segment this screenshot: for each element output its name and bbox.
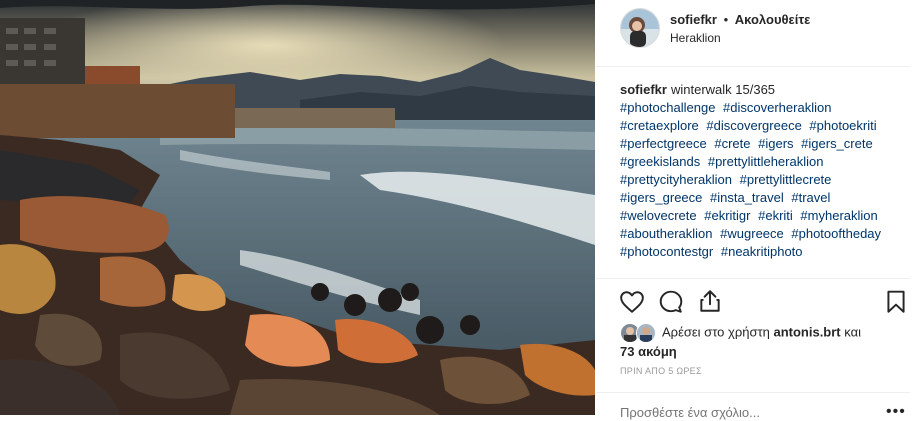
hashtag-link[interactable]: #neakritiphoto [721, 244, 803, 259]
hashtag-link[interactable]: #photocontestgr [620, 244, 713, 259]
post-photo[interactable] [0, 0, 595, 415]
hashtag-link[interactable]: #aboutheraklion [620, 226, 713, 241]
caption: sofiefkr winterwalk 15/365 #photochalleng… [620, 81, 905, 261]
caption-text: winterwalk 15/365 [670, 82, 776, 97]
username-link[interactable]: sofiefkr [670, 12, 717, 27]
hashtag-link[interactable]: #discovergreece [706, 118, 801, 133]
bookmark-icon[interactable] [883, 289, 909, 315]
seascape-image [0, 0, 595, 415]
post-side-panel: sofiefkr • Ακολουθείτε Heraklion sofiefk… [596, 0, 916, 420]
hashtag-link[interactable]: #myheraklion [800, 208, 877, 223]
liker-username[interactable]: antonis.brt [773, 324, 840, 339]
hashtag-link[interactable]: #perfectgreece [620, 136, 707, 151]
comment-bubble-icon[interactable] [658, 289, 684, 315]
liker-avatar [636, 323, 656, 343]
hashtag-link[interactable]: #crete [714, 136, 750, 151]
hashtag-list: #photochallenge #discoverheraklion #cret… [620, 100, 885, 259]
hashtag-link[interactable]: #discoverheraklion [723, 100, 831, 115]
header-line: sofiefkr • Ακολουθείτε [670, 12, 810, 27]
hashtag-link[interactable]: #wugreece [720, 226, 784, 241]
likes-summary: Αρέσει στο χρήστη antonis.brt και 73 ακό… [620, 323, 905, 361]
instagram-post: sofiefkr • Ακολουθείτε Heraklion sofiefk… [0, 0, 916, 420]
likes-conjunction: και [844, 324, 862, 340]
hashtag-link[interactable]: #ekritigr [704, 208, 750, 223]
comment-input[interactable] [620, 405, 840, 420]
likes-prefix: Αρέσει στο χρήστη [662, 324, 770, 340]
profile-photo [621, 9, 659, 47]
hashtag-link[interactable]: #prettylittleheraklion [708, 154, 824, 169]
action-bar [596, 278, 910, 313]
hashtag-link[interactable]: #igers_greece [620, 190, 702, 205]
more-options-icon[interactable]: ••• [886, 403, 906, 421]
caption-username[interactable]: sofiefkr [620, 82, 667, 97]
hashtag-link[interactable]: #photochallenge [620, 100, 715, 115]
liker-avatars[interactable] [620, 323, 656, 343]
hashtag-link[interactable]: #prettylittlecrete [740, 172, 832, 187]
share-icon[interactable] [697, 288, 723, 314]
hashtag-link[interactable]: #cretaexplore [620, 118, 699, 133]
hashtag-link[interactable]: #welovecrete [620, 208, 697, 223]
avatar[interactable] [620, 8, 660, 48]
hashtag-link[interactable]: #insta_travel [710, 190, 784, 205]
hashtag-link[interactable]: #photooftheday [791, 226, 881, 241]
hashtag-link[interactable]: #photoekriti [809, 118, 876, 133]
post-header: sofiefkr • Ακολουθείτε Heraklion [596, 0, 910, 67]
hashtag-link[interactable]: #igers [758, 136, 793, 151]
hashtag-link[interactable]: #travel [791, 190, 830, 205]
heart-icon[interactable] [619, 289, 645, 315]
separator-dot: • [723, 12, 729, 27]
location-link[interactable]: Heraklion [670, 31, 721, 45]
post-timestamp[interactable]: ΠΡΙΝ ΑΠΟ 5 ΩΡΕΣ [620, 366, 702, 376]
likes-others[interactable]: 73 ακόμη [620, 344, 677, 359]
hashtag-link[interactable]: #igers_crete [801, 136, 873, 151]
following-button[interactable]: Ακολουθείτε [735, 12, 811, 27]
hashtag-link[interactable]: #greekislands [620, 154, 700, 169]
comment-box: ••• [596, 392, 910, 420]
hashtag-link[interactable]: #ekriti [758, 208, 793, 223]
hashtag-link[interactable]: #prettycityheraklion [620, 172, 732, 187]
